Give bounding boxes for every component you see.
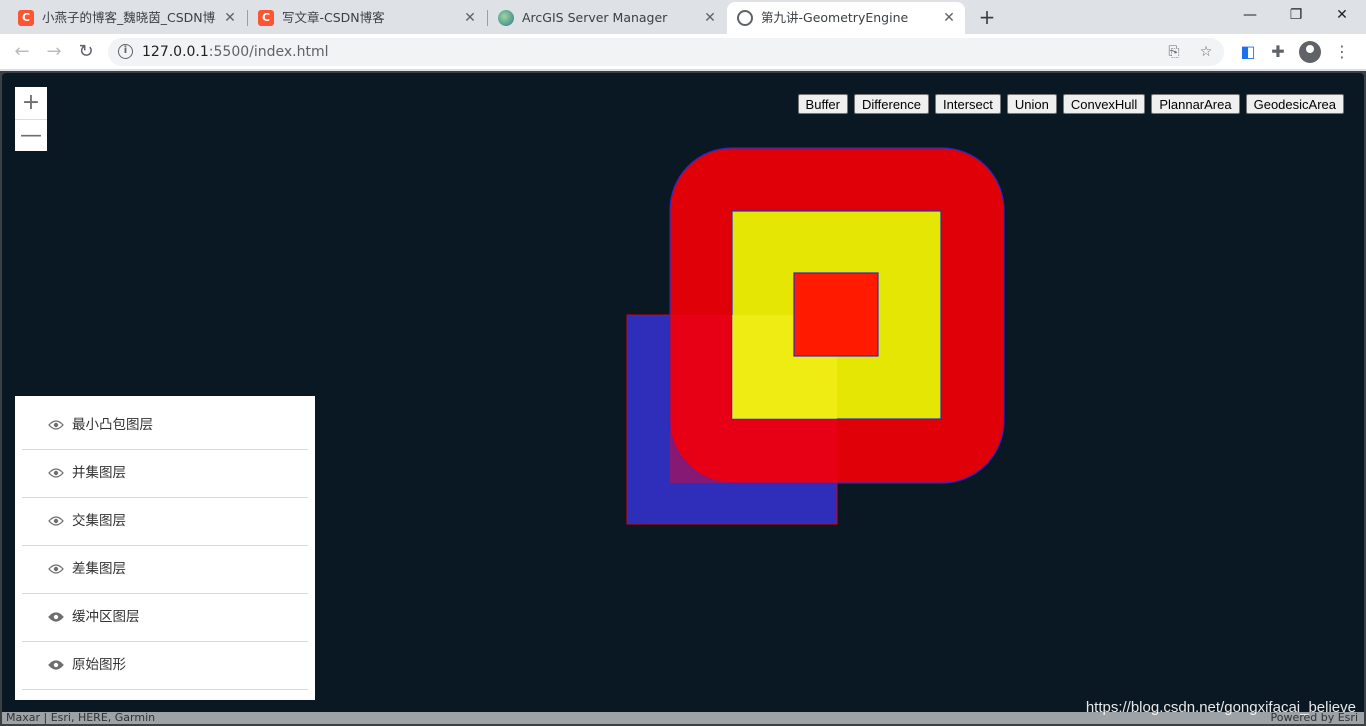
- layer-label: 交集图层: [72, 513, 126, 529]
- zoom-in-button[interactable]: +: [15, 87, 47, 119]
- geometry-button-bar: Buffer Difference Intersect Union Convex…: [797, 94, 1344, 114]
- tab-title: ArcGIS Server Manager: [522, 10, 668, 25]
- eye-icon[interactable]: [48, 515, 64, 527]
- geodesic-area-button[interactable]: GeodesicArea: [1245, 94, 1344, 114]
- tab-3[interactable]: ArcGIS Server Manager ✕: [488, 2, 726, 34]
- close-icon[interactable]: ✕: [222, 10, 238, 26]
- layer-label: 原始图形: [72, 657, 126, 673]
- layer-item-difference[interactable]: 差集图层: [22, 546, 308, 594]
- tab-title: 小燕子的博客_魏晓茵_CSDN博客: [42, 10, 216, 25]
- new-tab-button[interactable]: +: [976, 6, 998, 28]
- forward-button[interactable]: →: [42, 40, 66, 64]
- layer-label: 缓冲区图层: [72, 609, 140, 625]
- eye-icon[interactable]: [48, 419, 64, 431]
- layer-item-intersect[interactable]: 交集图层: [22, 498, 308, 546]
- page-viewport: + — Buffer Difference Intersect Union Co…: [0, 71, 1366, 726]
- convexhull-button[interactable]: ConvexHull: [1062, 94, 1146, 114]
- powered-by-link[interactable]: Powered by Esri: [1270, 712, 1358, 724]
- map-view[interactable]: + — Buffer Difference Intersect Union Co…: [2, 73, 1364, 724]
- inner-red-square: [793, 272, 879, 357]
- close-icon[interactable]: ✕: [462, 10, 478, 26]
- info-icon[interactable]: i: [118, 44, 133, 59]
- layer-label: 最小凸包图层: [72, 417, 153, 433]
- star-icon[interactable]: ☆: [1196, 42, 1216, 62]
- buffer-button[interactable]: Buffer: [797, 94, 848, 114]
- tab-1[interactable]: C 小燕子的博客_魏晓茵_CSDN博客 ✕: [8, 2, 246, 34]
- eye-icon[interactable]: [48, 563, 64, 575]
- csdn-icon: C: [18, 10, 34, 26]
- url-text[interactable]: 127.0.0.1:5500/index.html: [142, 38, 329, 66]
- browser-toolbar: ← → ↻ i 127.0.0.1:5500/index.html ⎘ ☆ ◧ …: [0, 34, 1366, 70]
- plannar-area-button[interactable]: PlannarArea: [1151, 94, 1240, 114]
- csdn-icon: C: [258, 10, 274, 26]
- back-button[interactable]: ←: [10, 40, 34, 64]
- tab-title: 写文章-CSDN博客: [282, 10, 385, 25]
- url-host: 127.0.0.1: [142, 44, 209, 60]
- tab-2[interactable]: C 写文章-CSDN博客 ✕: [248, 2, 486, 34]
- restore-button[interactable]: ❐: [1282, 4, 1310, 26]
- zoom-control: + —: [15, 87, 47, 151]
- url-path: :5500/index.html: [208, 44, 329, 60]
- arcgis-icon: [498, 10, 514, 26]
- close-icon[interactable]: ✕: [702, 10, 718, 26]
- globe-icon: [737, 10, 753, 26]
- intersect-button[interactable]: Intersect: [935, 94, 1001, 114]
- layer-item-union[interactable]: 并集图层: [22, 450, 308, 498]
- layer-item-buffer[interactable]: 缓冲区图层: [22, 594, 308, 642]
- zoom-out-button[interactable]: —: [15, 119, 47, 151]
- reload-button[interactable]: ↻: [74, 40, 98, 64]
- eye-icon[interactable]: [48, 467, 64, 479]
- tab-4-active[interactable]: 第九讲-GeometryEngine ✕: [727, 2, 965, 34]
- close-window-button[interactable]: ✕: [1328, 4, 1356, 26]
- union-button[interactable]: Union: [1006, 94, 1057, 114]
- translate-icon[interactable]: ⎘: [1164, 42, 1184, 62]
- extension-icon[interactable]: ◧: [1236, 40, 1260, 64]
- attribution-bar: Maxar | Esri, HERE, Garmin Powered by Es…: [2, 712, 1364, 724]
- layer-list: 最小凸包图层 并集图层 交集图层 差集图层 缓冲区图层 原始图形: [15, 396, 315, 700]
- eye-icon[interactable]: [48, 659, 64, 671]
- puzzle-icon[interactable]: ✚: [1266, 40, 1290, 64]
- layer-label: 并集图层: [72, 465, 126, 481]
- close-icon[interactable]: ✕: [941, 10, 957, 26]
- layer-label: 差集图层: [72, 561, 126, 577]
- eye-icon[interactable]: [48, 611, 64, 623]
- minimize-button[interactable]: —: [1236, 4, 1264, 26]
- layer-item-convexhull[interactable]: 最小凸包图层: [22, 402, 308, 450]
- attribution-text: Maxar | Esri, HERE, Garmin: [6, 711, 156, 724]
- profile-avatar[interactable]: [1299, 41, 1321, 63]
- layer-item-original[interactable]: 原始图形: [22, 642, 308, 690]
- tab-strip: C 小燕子的博客_魏晓茵_CSDN博客 ✕ C 写文章-CSDN博客 ✕ Arc…: [0, 0, 1366, 34]
- address-bar[interactable]: i 127.0.0.1:5500/index.html ⎘ ☆: [108, 38, 1224, 66]
- difference-button[interactable]: Difference: [854, 94, 930, 114]
- menu-kebab-icon[interactable]: ⋮: [1330, 40, 1354, 64]
- tab-title: 第九讲-GeometryEngine: [761, 10, 909, 25]
